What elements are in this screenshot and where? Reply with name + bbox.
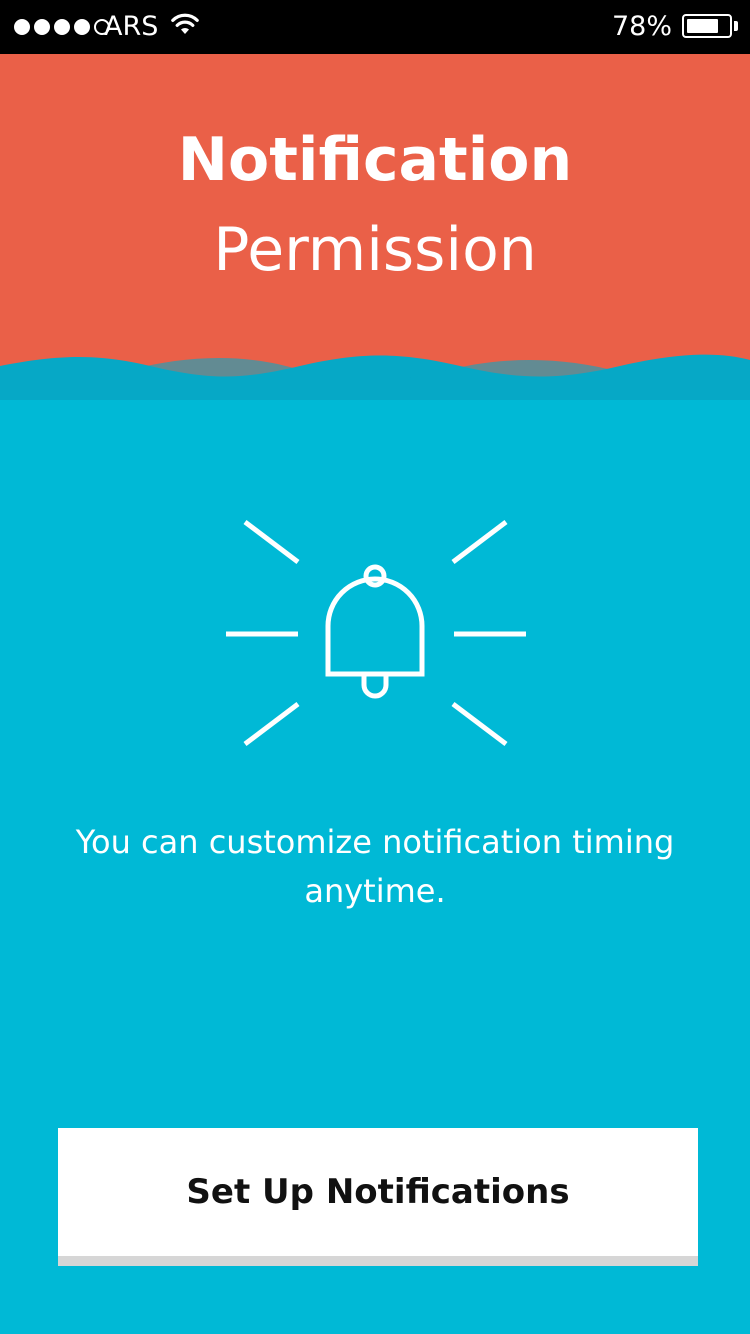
battery-level-fill [687,19,718,33]
ringing-bell-icon [226,520,526,746]
bell-clapper [361,675,389,699]
ray-top-left [243,520,300,564]
wifi-icon [171,13,199,34]
page-title: Notification [177,125,573,195]
set-up-notifications-button[interactable]: Set Up Notifications [58,1128,698,1266]
ray-bottom-right [451,702,508,746]
ray-bottom-left [243,702,300,746]
ray-top-right [451,520,508,564]
bell-body [325,576,425,677]
info-message: You can customize notification timing an… [75,823,675,910]
signal-dot [14,19,30,35]
bell-top-loop [363,564,387,588]
signal-dot [34,19,50,35]
signal-dot [54,19,70,35]
page-subtitle: Permission [213,215,537,285]
signal-strength-icon [14,17,114,37]
battery-percentage: 78% [611,11,672,42]
battery-icon [682,14,732,38]
carrier-name: ARS [104,11,159,42]
battery-terminal [734,21,738,31]
signal-dot [74,19,90,35]
status-bar: ARS 78% [0,0,750,54]
